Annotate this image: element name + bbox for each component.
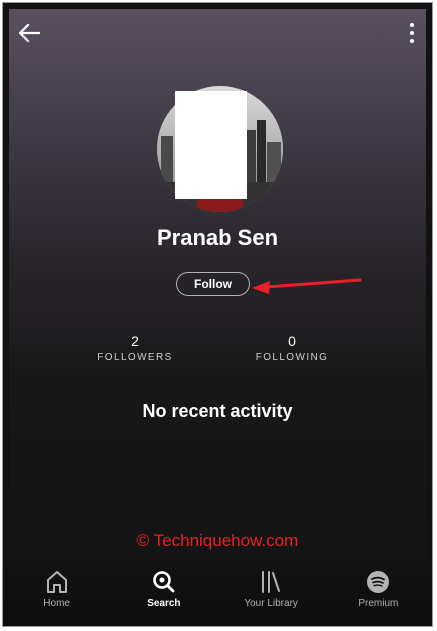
following-count: 0 (288, 333, 296, 349)
tab-premium[interactable]: Premium (325, 560, 432, 626)
tab-your-library-label: Your Library (244, 598, 298, 609)
tab-search-label: Search (147, 598, 181, 609)
home-icon (46, 571, 67, 593)
screenshot-frame: Pranab Sen Follow 2 FOLLOWERS 0 FOLLOWIN… (2, 2, 433, 627)
profile-name: Pranab Sen (156, 225, 279, 250)
tab-home-label: Home (43, 598, 70, 609)
search-icon (153, 571, 175, 593)
followers-label: FOLLOWERS (97, 352, 173, 363)
spotify-icon (367, 571, 390, 593)
tab-home[interactable]: Home (3, 560, 110, 626)
redaction-box (175, 91, 247, 199)
tab-premium-label: Premium (358, 598, 399, 609)
bottom-tab-bar: Home Search Your Library Premium (3, 560, 432, 626)
tab-your-library[interactable]: Your Library (218, 560, 325, 626)
follow-button[interactable]: Follow (176, 272, 250, 296)
library-icon (262, 571, 281, 593)
tab-search[interactable]: Search (110, 560, 217, 626)
back-button[interactable] (15, 19, 43, 47)
followers-stat[interactable]: 2 FOLLOWERS (75, 333, 195, 363)
watermark: © Techniquehow.com (136, 531, 299, 550)
following-label: FOLLOWING (255, 352, 329, 363)
back-arrow-icon (18, 23, 41, 43)
following-stat[interactable]: 0 FOLLOWING (232, 333, 352, 363)
recent-activity-message: No recent activity (142, 401, 293, 421)
followers-count: 2 (131, 333, 139, 349)
more-options-button[interactable] (404, 19, 420, 47)
more-vertical-icon (410, 23, 414, 43)
annotation-arrow-icon (252, 278, 362, 294)
